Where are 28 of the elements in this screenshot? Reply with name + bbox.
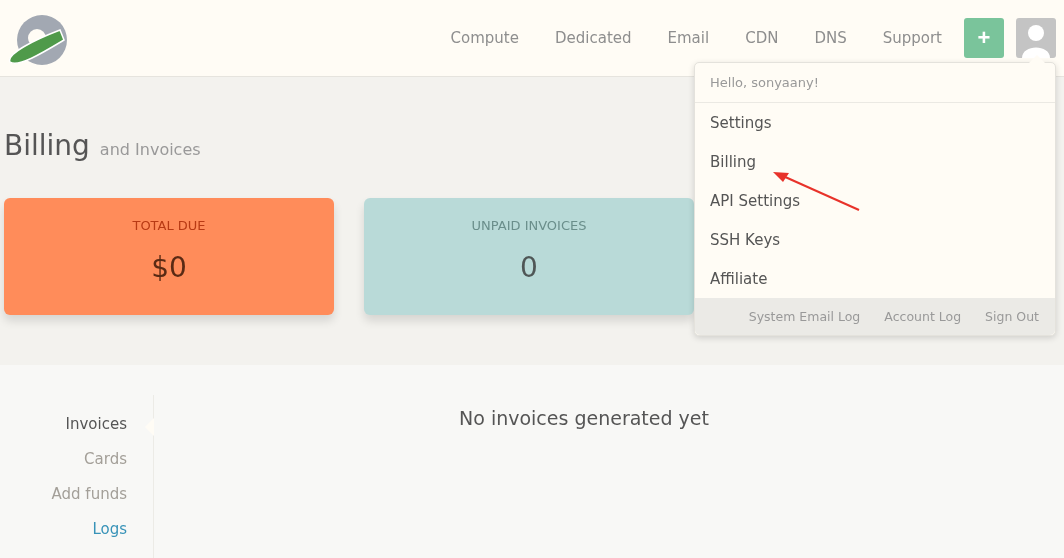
nav-link[interactable]: Email <box>649 29 728 47</box>
footer-link[interactable]: Account Log <box>884 309 962 324</box>
greeting-text: Hello, sonyaany! <box>695 63 1055 103</box>
sidebar-item[interactable]: Add funds <box>51 485 127 503</box>
nav-link[interactable]: Dedicated <box>537 29 650 47</box>
card-label: TOTAL DUE <box>132 218 206 233</box>
nav-link[interactable]: CDN <box>727 29 797 47</box>
sidebar-item[interactable]: Cards <box>84 450 127 468</box>
nav-link[interactable]: Support <box>864 29 960 47</box>
nav-link[interactable]: DNS <box>796 29 865 47</box>
add-button[interactable]: + <box>964 18 1004 58</box>
footer-link[interactable]: Sign Out <box>985 309 1039 324</box>
menu-item[interactable]: Affiliate <box>695 259 1055 298</box>
menu-item[interactable]: Settings <box>695 103 1055 142</box>
card-value: 0 <box>520 251 538 284</box>
avatar-icon[interactable] <box>1016 18 1056 58</box>
footer-link[interactable]: System Email Log <box>748 309 861 324</box>
page-subtitle: and Invoices <box>99 140 201 159</box>
menu-item[interactable]: API Settings <box>695 181 1055 220</box>
menu-item[interactable]: SSH Keys <box>695 220 1055 259</box>
sidebar-item[interactable]: Invoices <box>65 415 127 433</box>
empty-message: No invoices generated yet <box>458 406 710 431</box>
card-label: UNPAID INVOICES <box>471 218 587 233</box>
card-value: $0 <box>151 251 187 284</box>
menu-item[interactable]: Billing <box>695 142 1055 181</box>
sidebar-item[interactable]: Logs <box>92 520 127 538</box>
nav-link[interactable]: Compute <box>432 29 537 47</box>
page-title: Billing <box>4 129 90 162</box>
